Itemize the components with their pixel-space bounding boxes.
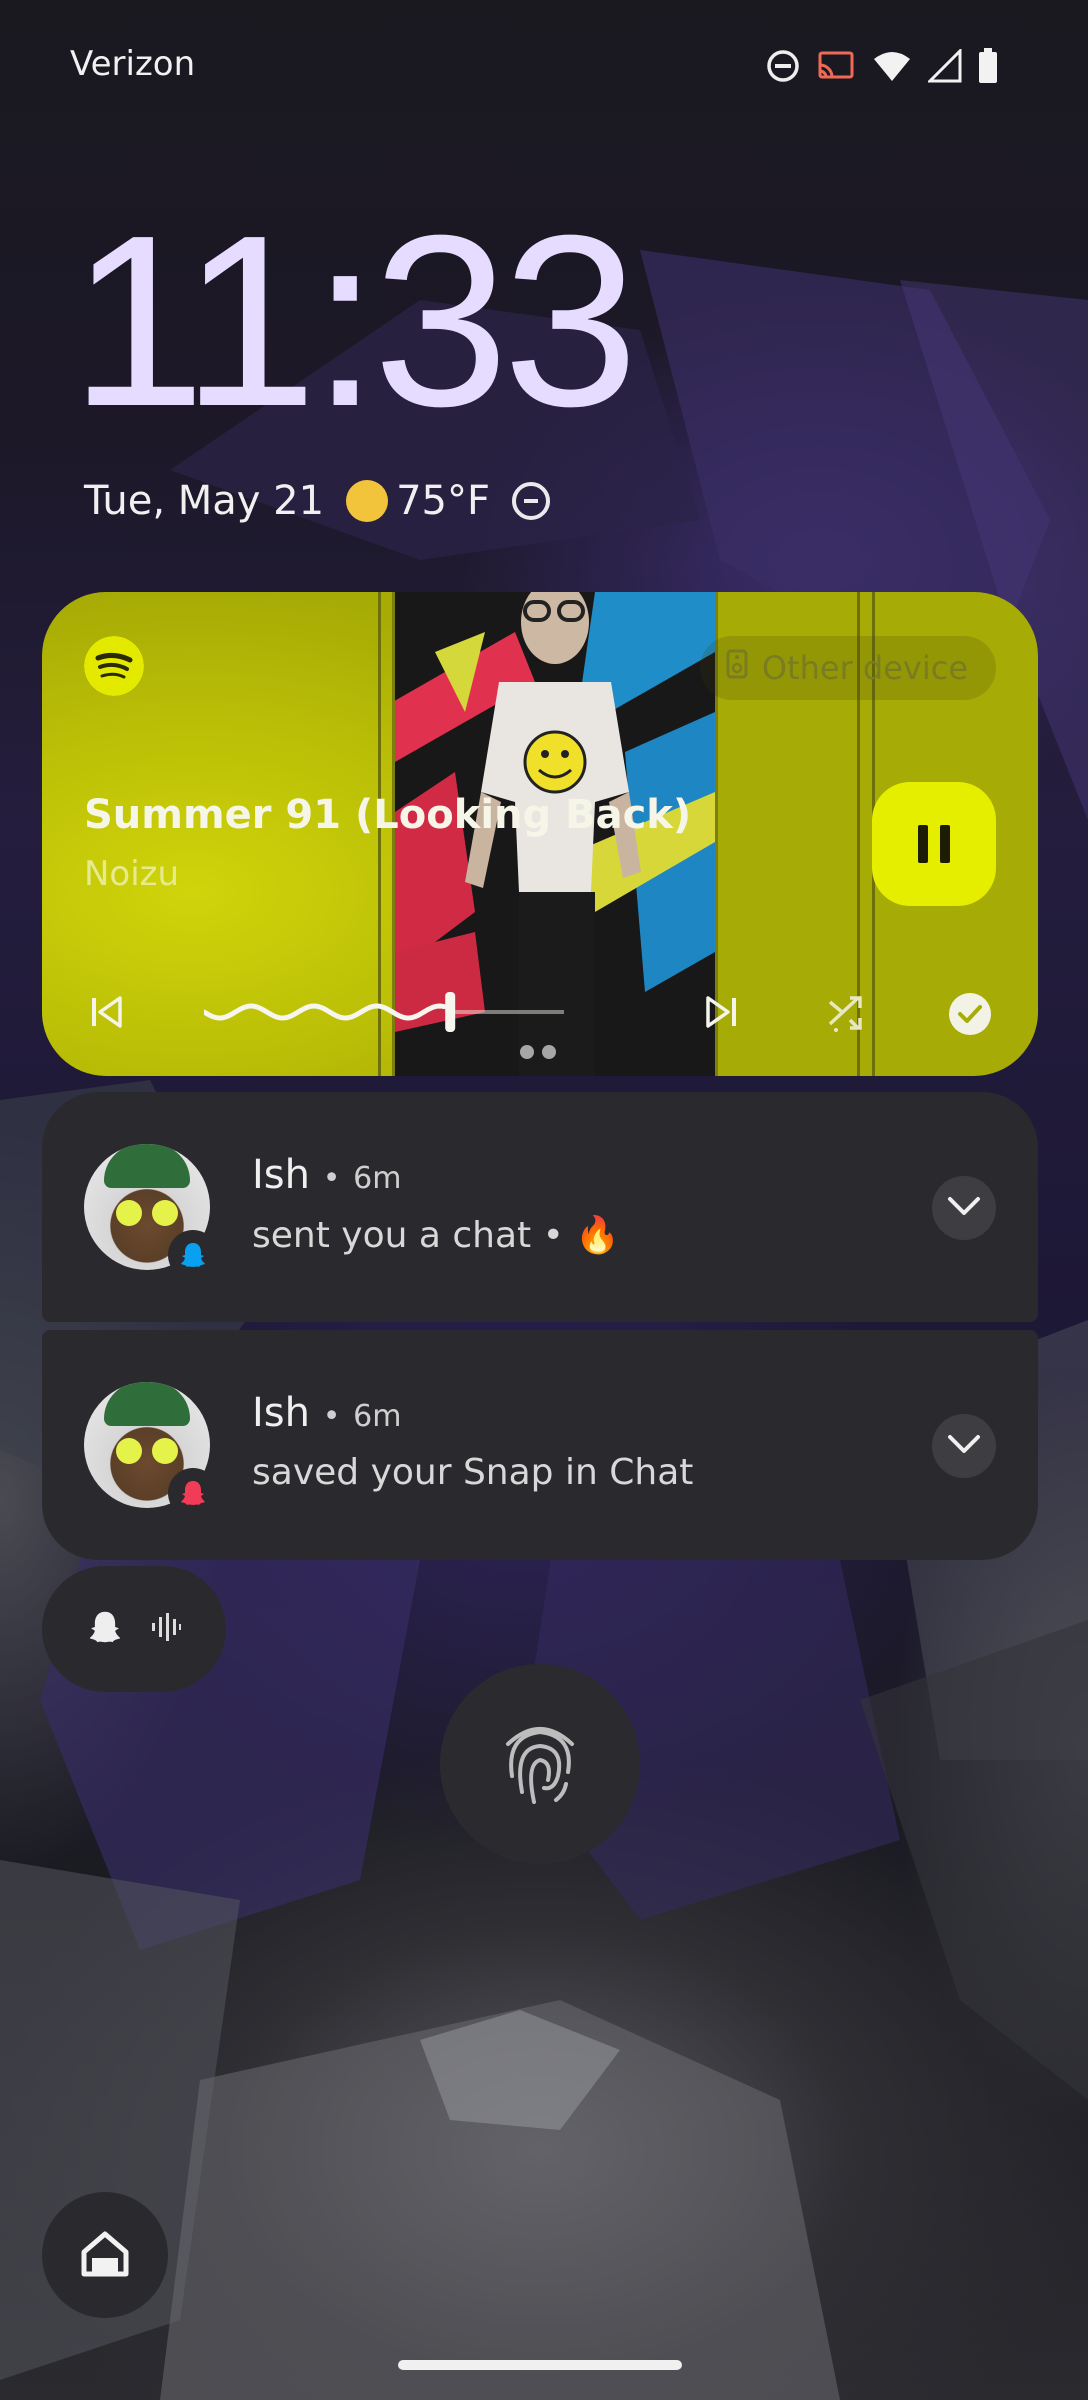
date-weather-row: Tue, May 21 75°F [84, 478, 550, 524]
snapchat-ghost-icon [86, 1608, 124, 1650]
seek-bar[interactable] [201, 976, 644, 1050]
cast-icon [816, 49, 856, 87]
pause-icon-bar [940, 825, 950, 863]
page-dot [542, 1045, 556, 1059]
notification-time: 6m [353, 1161, 402, 1196]
output-device-label: Other device [761, 649, 968, 687]
notification-title: Ish • 6m [252, 1152, 401, 1198]
soundwave-icon [150, 1611, 182, 1647]
previous-icon [86, 996, 126, 1036]
page-indicator [520, 1045, 556, 1059]
avatar-glasses [152, 1438, 178, 1464]
expand-button[interactable] [932, 1176, 996, 1240]
notification-card[interactable]: Ish • 6m sent you a chat • 🔥 [42, 1092, 1038, 1322]
avatar-hat [104, 1144, 190, 1188]
date-text: Tue, May 21 [84, 478, 325, 524]
wifi-icon [872, 49, 912, 87]
chevron-down-icon [946, 1433, 982, 1459]
separator: • [322, 1161, 341, 1196]
status-icons [766, 47, 998, 88]
carrier-name: Verizon [70, 44, 196, 84]
do-not-disturb-icon [766, 49, 800, 87]
avatar-hat [104, 1382, 190, 1426]
page-dot [520, 1045, 534, 1059]
check-icon [948, 993, 992, 1040]
next-icon [702, 996, 742, 1036]
snapchat-icon [168, 1468, 218, 1518]
home-icon [78, 2226, 132, 2284]
status-bar: Verizon [0, 0, 1088, 134]
home-shortcut-button[interactable] [42, 2192, 168, 2318]
pause-icon [918, 825, 928, 863]
avatar-glasses [116, 1438, 142, 1464]
chevron-down-icon [946, 1195, 982, 1221]
do-not-disturb-icon [511, 482, 550, 520]
sender-name: Ish [252, 1152, 310, 1198]
sender-name: Ish [252, 1390, 310, 1436]
seek-bar-track[interactable] [201, 976, 644, 1046]
avatar-glasses [116, 1200, 142, 1226]
previous-button[interactable] [86, 992, 126, 1036]
shuffle-icon [826, 996, 872, 1038]
lockscreen-clock: 11:33 [70, 184, 638, 457]
cell-signal-icon [926, 47, 962, 87]
avatar-glasses [152, 1200, 178, 1226]
expand-button[interactable] [932, 1414, 996, 1478]
separator: • [322, 1399, 341, 1434]
battery-icon [978, 48, 998, 88]
media-player-card[interactable]: Other device Summer 91 (Looking Back) No… [42, 592, 1038, 1076]
snapchat-icon [168, 1230, 218, 1280]
notification-time: 6m [353, 1399, 402, 1434]
pause-button[interactable] [872, 782, 996, 906]
artist-name: Noizu [84, 854, 180, 894]
notification-title: Ish • 6m [252, 1390, 401, 1436]
spotify-icon [84, 636, 144, 696]
output-device-chip[interactable]: Other device [699, 636, 996, 700]
fingerprint-icon [498, 1714, 582, 1814]
gesture-navigation-bar[interactable] [398, 2360, 682, 2370]
notification-text: sent you a chat • 🔥 [252, 1215, 621, 1256]
shuffle-button[interactable] [826, 992, 872, 1038]
notification-text: saved your Snap in Chat [252, 1452, 694, 1493]
notification-overflow-pill[interactable] [42, 1566, 226, 1692]
song-title: Summer 91 (Looking Back) [84, 792, 692, 838]
next-button[interactable] [702, 992, 742, 1036]
weather[interactable]: 75°F [346, 478, 490, 524]
sun-icon [346, 480, 389, 522]
speaker-icon [726, 649, 748, 687]
notification-card[interactable]: Ish • 6m saved your Snap in Chat [42, 1330, 1038, 1560]
fingerprint-unlock[interactable] [440, 1664, 640, 1864]
liked-button[interactable] [948, 992, 992, 1040]
temperature: 75°F [396, 478, 490, 524]
